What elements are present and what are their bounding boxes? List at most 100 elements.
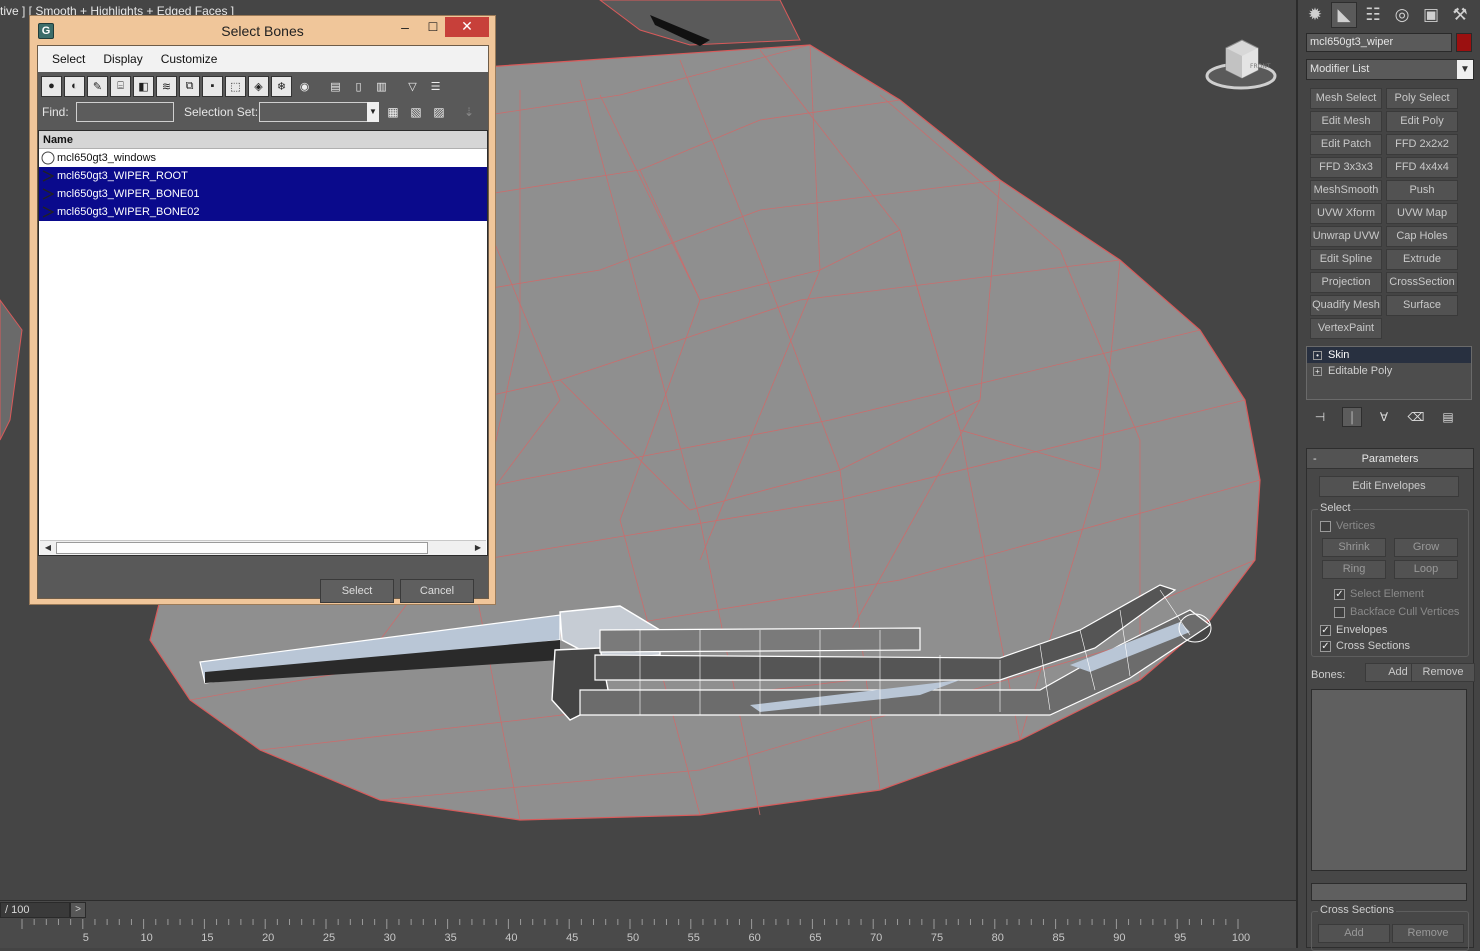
select-all-icon[interactable]: ▤: [325, 76, 346, 97]
shrink-button[interactable]: Shrink: [1322, 538, 1386, 557]
list-item[interactable]: mcl650gt3_windows: [39, 149, 487, 167]
close-icon[interactable]: ✕: [445, 17, 489, 37]
bone-name-field[interactable]: [1311, 883, 1467, 901]
modifier-button-uvw-map[interactable]: UVW Map: [1386, 203, 1458, 224]
display-spacewarps-icon[interactable]: ≋: [156, 75, 177, 97]
display-geometry-icon[interactable]: ●: [41, 75, 62, 97]
parameters-rollout-header[interactable]: - Parameters: [1307, 449, 1473, 469]
object-color-swatch[interactable]: [1456, 33, 1472, 52]
modifier-list-dropdown[interactable]: Modifier List ▼: [1306, 59, 1474, 80]
menu-customize[interactable]: Customize: [161, 52, 218, 66]
dialog-titlebar[interactable]: G Select Bones – ☐ ✕: [30, 16, 495, 44]
display-shapes-icon[interactable]: ◐: [64, 75, 85, 97]
make-unique-icon[interactable]: ∀: [1374, 407, 1394, 427]
object-name-field[interactable]: mcl650gt3_wiper: [1306, 33, 1452, 52]
modifier-button-vertexpaint[interactable]: VertexPaint: [1310, 318, 1382, 339]
utilities-tab-icon[interactable]: ⚒: [1447, 2, 1473, 28]
select-none-icon[interactable]: ▯: [348, 76, 369, 97]
display-hidden-icon[interactable]: ◉: [294, 76, 315, 97]
menu-display[interactable]: Display: [103, 52, 142, 66]
delete-selection-set-icon[interactable]: ▨: [430, 102, 448, 122]
grow-button[interactable]: Grow: [1394, 538, 1458, 557]
modifier-button-ffd-2x2x2[interactable]: FFD 2x2x2: [1386, 134, 1458, 155]
modifier-button-ffd-4x4x4[interactable]: FFD 4x4x4: [1386, 157, 1458, 178]
ring-button[interactable]: Ring: [1322, 560, 1386, 579]
display-bones-icon[interactable]: ⬚: [225, 75, 246, 97]
show-end-result-icon[interactable]: ⏐: [1342, 407, 1362, 427]
selection-filter-icon[interactable]: ⇣: [460, 102, 478, 122]
modifier-button-edit-mesh[interactable]: Edit Mesh: [1310, 111, 1382, 132]
display-lights-icon[interactable]: ✎: [87, 75, 108, 97]
horizontal-scrollbar[interactable]: ◀ ▶: [40, 540, 486, 555]
vertices-checkbox[interactable]: Vertices: [1320, 520, 1375, 532]
stack-item-skin[interactable]: • Skin: [1307, 347, 1471, 363]
modifier-button-uvw-xform[interactable]: UVW Xform: [1310, 203, 1382, 224]
select-element-checkbox[interactable]: ✓ Select Element: [1334, 588, 1424, 600]
modifier-button-mesh-select[interactable]: Mesh Select: [1310, 88, 1382, 109]
name-column-header[interactable]: Name: [39, 131, 487, 149]
chevron-down-icon[interactable]: ▼: [367, 102, 379, 122]
cross-sections-checkbox[interactable]: ✓ Cross Sections: [1320, 640, 1410, 652]
remove-bone-button[interactable]: Remove: [1411, 663, 1475, 682]
filter-options-icon[interactable]: ☰: [425, 76, 446, 97]
remove-modifier-icon[interactable]: ⌫: [1406, 407, 1426, 427]
display-containers-icon[interactable]: ◈: [248, 75, 269, 97]
remove-cross-section-button[interactable]: Remove: [1392, 924, 1464, 943]
modify-tab-icon[interactable]: ◣: [1331, 2, 1357, 28]
object-list[interactable]: Name mcl650gt3_windows mcl650gt3_WIPER_RO…: [38, 130, 488, 556]
modifier-button-crosssection[interactable]: CrossSection: [1386, 272, 1458, 293]
select-invert-icon[interactable]: ▥: [371, 76, 392, 97]
viewcube-icon[interactable]: FRONT: [1204, 36, 1278, 92]
time-slider[interactable]: / 100: [0, 902, 70, 918]
list-item[interactable]: mcl650gt3_WIPER_BONE01: [39, 185, 487, 203]
minimize-icon[interactable]: –: [392, 18, 418, 38]
hierarchy-tab-icon[interactable]: ☷: [1360, 2, 1386, 28]
filter-icon[interactable]: ▽: [402, 76, 423, 97]
modifier-button-surface[interactable]: Surface: [1386, 295, 1458, 316]
modifier-button-meshsmooth[interactable]: MeshSmooth: [1310, 180, 1382, 201]
display-xrefs-icon[interactable]: ▪: [202, 75, 223, 97]
list-item[interactable]: mcl650gt3_WIPER_ROOT: [39, 167, 487, 185]
modifier-button-quadify-mesh[interactable]: Quadify Mesh: [1310, 295, 1382, 316]
modifier-button-projection[interactable]: Projection: [1310, 272, 1382, 293]
configure-modifier-sets-icon[interactable]: ▤: [1438, 407, 1458, 427]
backface-cull-checkbox[interactable]: Backface Cull Vertices: [1334, 606, 1459, 618]
edit-selection-set-icon[interactable]: ▧: [407, 102, 425, 122]
select-button[interactable]: Select: [320, 579, 394, 603]
scroll-right-icon[interactable]: ▶: [472, 541, 484, 555]
selection-set-dropdown[interactable]: [259, 102, 371, 122]
lightbulb-icon[interactable]: •: [1313, 350, 1322, 360]
modifier-button-push[interactable]: Push: [1386, 180, 1458, 201]
modifier-button-ffd-3x3x3[interactable]: FFD 3x3x3: [1310, 157, 1382, 178]
add-cross-section-button[interactable]: Add: [1318, 924, 1390, 943]
display-tab-icon[interactable]: ▣: [1418, 2, 1444, 28]
envelopes-checkbox[interactable]: ✓ Envelopes: [1320, 624, 1387, 636]
bones-list[interactable]: [1311, 689, 1467, 871]
modifier-stack[interactable]: • Skin + Editable Poly: [1306, 346, 1472, 400]
motion-tab-icon[interactable]: ◎: [1389, 2, 1415, 28]
time-next-button[interactable]: >: [70, 902, 86, 918]
modifier-button-extrude[interactable]: Extrude: [1386, 249, 1458, 270]
display-helpers-icon[interactable]: ◧: [133, 75, 154, 97]
maximize-icon[interactable]: ☐: [420, 18, 446, 38]
create-tab-icon[interactable]: ✹: [1302, 2, 1328, 28]
list-item[interactable]: mcl650gt3_WIPER_BONE02: [39, 203, 487, 221]
collapse-minus-icon[interactable]: -: [1313, 449, 1317, 469]
cancel-button[interactable]: Cancel: [400, 579, 474, 603]
edit-envelopes-button[interactable]: Edit Envelopes: [1319, 476, 1459, 497]
scrollbar-thumb[interactable]: [56, 542, 428, 554]
modifier-button-unwrap-uvw[interactable]: Unwrap UVW: [1310, 226, 1382, 247]
chevron-down-icon[interactable]: ▼: [1457, 60, 1473, 79]
modifier-button-edit-poly[interactable]: Edit Poly: [1386, 111, 1458, 132]
display-groups-icon[interactable]: ⧉: [179, 75, 200, 97]
display-frozen-icon[interactable]: ❄: [271, 75, 292, 97]
loop-button[interactable]: Loop: [1394, 560, 1458, 579]
time-ruler[interactable]: [0, 919, 1296, 949]
modifier-button-cap-holes[interactable]: Cap Holes: [1386, 226, 1458, 247]
scroll-left-icon[interactable]: ◀: [42, 541, 54, 555]
display-cameras-icon[interactable]: ⌸: [110, 75, 131, 97]
find-input[interactable]: [76, 102, 174, 122]
stack-item-editable-poly[interactable]: + Editable Poly: [1307, 363, 1471, 379]
pin-stack-icon[interactable]: ⊣: [1310, 407, 1330, 427]
expand-plus-icon[interactable]: +: [1313, 366, 1322, 376]
